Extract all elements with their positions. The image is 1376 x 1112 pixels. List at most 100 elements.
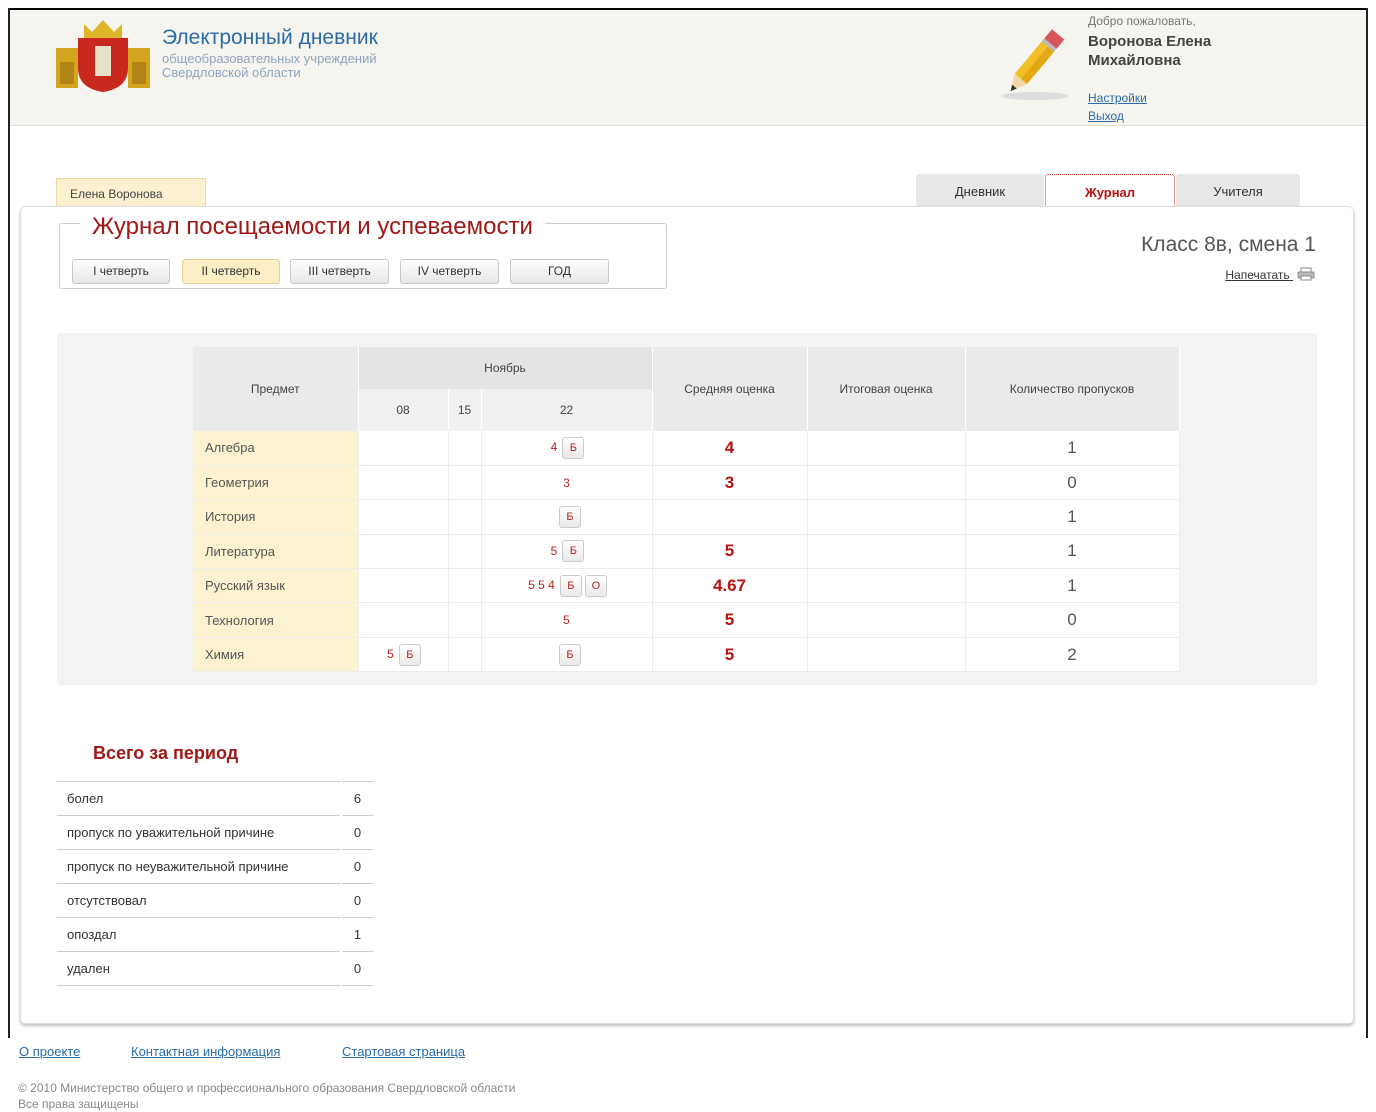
header-month: Ноябрь (358, 347, 653, 389)
tab-diary[interactable]: Дневник (916, 174, 1044, 208)
table-row: Алгебра 4 Б 4 1 (193, 431, 1180, 466)
day-22-cell: 3 (481, 465, 653, 501)
year-button[interactable]: ГОД (510, 259, 609, 284)
day-15-cell (448, 602, 482, 638)
attendance-badge[interactable]: Б (562, 540, 585, 563)
grade-marks: 5 5 4 (528, 577, 555, 592)
header-subject: Предмет (193, 347, 359, 431)
absences-cell: 0 (965, 602, 1180, 638)
day-22-cell: Б (481, 499, 653, 535)
footer-link-start[interactable]: Стартовая страница (342, 1044, 465, 1059)
day-08-cell (358, 568, 449, 604)
welcome-text: Добро пожаловать, (1088, 14, 1196, 28)
site-subtitle: общеобразовательных учреждений Свердловс… (162, 52, 377, 80)
stats-row: отсутствовал 0 (57, 883, 373, 918)
window-border-left (8, 8, 10, 1038)
header-avg: Средняя оценка (652, 347, 808, 431)
grades-table: Предмет Ноябрь Средняя оценка Итоговая о… (193, 347, 1180, 673)
main-panel: Журнал посещаемости и успеваемости I чет… (20, 206, 1354, 1024)
print-link[interactable]: Напечатать (1225, 267, 1315, 282)
absences-cell: 1 (965, 499, 1180, 535)
stats-row: пропуск по уважительной причине 0 (57, 815, 373, 850)
quarter-4-button[interactable]: IV четверть (400, 259, 499, 284)
final-grade-cell (807, 499, 966, 535)
tab-journal[interactable]: Журнал (1045, 174, 1175, 208)
subject-cell: Литература (193, 534, 359, 570)
final-grade-cell (807, 602, 966, 638)
subject-cell: Русский язык (193, 568, 359, 604)
table-row: Геометрия 3 3 0 (193, 465, 1180, 501)
avg-grade-cell: 3 (652, 465, 808, 501)
stats-row: пропуск по неуважительной причине 0 (57, 849, 373, 884)
day-22-cell: 5 5 4 БО (481, 568, 653, 604)
day-22-cell: 4Б (481, 431, 653, 466)
stats-label: отсутствовал (57, 883, 341, 918)
attendance-badge[interactable]: Б (398, 643, 421, 666)
tab-teachers[interactable]: Учителя (1176, 174, 1300, 208)
attendance-badge[interactable]: Б (559, 574, 582, 597)
student-name-tab[interactable]: Елена Воронова (56, 178, 206, 206)
print-link-label[interactable]: Напечатать (1225, 268, 1289, 282)
grade-marks: 5 (550, 543, 558, 558)
subject-cell: История (193, 499, 359, 535)
footer-link-contacts[interactable]: Контактная информация (131, 1044, 280, 1059)
stats-value: 0 (340, 951, 373, 986)
table-row: Химия 5 Б Б 5 2 (193, 637, 1180, 673)
copyright-text: © 2010 Министерство общего и профессиона… (18, 1081, 516, 1095)
quarter-3-button[interactable]: III четверть (290, 259, 389, 284)
stats-label: удален (57, 951, 341, 986)
pencil-icon (1001, 29, 1069, 100)
window-border-right (1366, 8, 1368, 1038)
site-subtitle-line2: Свердловской области (162, 65, 301, 80)
avg-grade-cell (652, 499, 808, 535)
attendance-badge[interactable]: Б (559, 505, 581, 528)
site-subtitle-line1: общеобразовательных учреждений (162, 51, 377, 66)
table-row: Литература 5 Б 5 1 (193, 534, 1180, 570)
final-grade-cell (807, 568, 966, 604)
page-title: Журнал посещаемости и успеваемости (80, 213, 545, 241)
day-22-cell: 5 (481, 602, 653, 638)
class-info: Класс 8в, смена 1 (1141, 233, 1316, 256)
day-22-cell: Б (481, 637, 653, 673)
logout-link[interactable]: Выход (1088, 109, 1124, 123)
absences-cell: 0 (965, 465, 1180, 501)
quarter-2-button[interactable]: II четверть (182, 259, 280, 284)
stats-label: пропуск по уважительной причине (57, 815, 341, 850)
stats-row: болел 6 (57, 781, 373, 816)
avg-grade-cell: 5 (652, 637, 808, 673)
stats-row: опоздал 1 (57, 917, 373, 952)
header-day-15: 15 (448, 389, 482, 431)
final-grade-cell (807, 431, 966, 466)
day-15-cell (448, 431, 482, 466)
day-08-cell (358, 499, 449, 535)
absences-cell: 1 (965, 568, 1180, 604)
subject-cell: Алгебра (193, 431, 359, 466)
absences-cell: 1 (965, 534, 1180, 570)
absences-cell: 2 (965, 637, 1180, 673)
user-name: Воронова Елена Михайловна (1088, 32, 1211, 70)
final-grade-cell (807, 465, 966, 501)
avg-grade-cell: 4 (652, 431, 808, 466)
attendance-badge[interactable]: Б (562, 436, 585, 459)
attendance-badge[interactable]: О (584, 574, 607, 597)
user-name-line2: Михайловна (1088, 52, 1181, 69)
stats-value: 1 (340, 917, 373, 952)
day-08-cell (358, 602, 449, 638)
day-22-cell: 5Б (481, 534, 653, 570)
day-15-cell (448, 534, 482, 570)
settings-link[interactable]: Настройки (1088, 91, 1147, 105)
day-15-cell (448, 568, 482, 604)
table-row: Технология 5 5 0 (193, 602, 1180, 638)
period-stats-table: болел 6 пропуск по уважительной причине 0 пр… (57, 781, 373, 986)
grade-marks: 5 (563, 613, 570, 628)
header-day-22: 22 (481, 389, 653, 431)
period-title: Всего за период (93, 743, 239, 763)
attendance-badge[interactable]: Б (559, 643, 581, 666)
header-final: Итоговая оценка (807, 347, 966, 431)
stats-label: болел (57, 781, 341, 816)
day-08-cell: 5Б (358, 637, 449, 673)
quarter-1-button[interactable]: I четверть (72, 259, 170, 284)
footer-link-about[interactable]: О проекте (19, 1044, 80, 1059)
header-absences: Количество пропусков (965, 347, 1180, 431)
printer-icon[interactable] (1297, 267, 1315, 281)
